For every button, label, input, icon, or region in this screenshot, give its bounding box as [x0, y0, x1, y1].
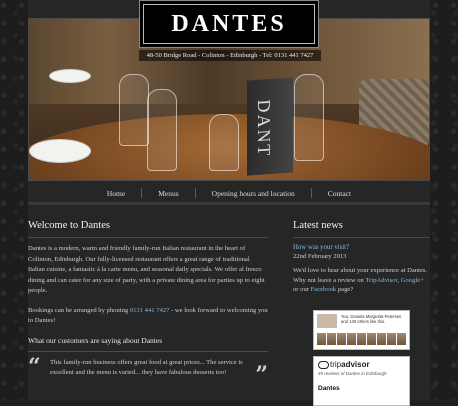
hero-glass-1 [119, 74, 149, 146]
tripadvisor-business-name: Dantes [318, 385, 340, 392]
hero-glass-2 [147, 89, 177, 171]
google-plus-link[interactable]: Google+ [401, 277, 424, 284]
tripadvisor-widget[interactable]: tripadvisor 45 reviews of Dantes in Edin… [313, 356, 410, 406]
tripadvisor-logo-advisor: advisor [341, 360, 370, 369]
avatar [327, 333, 336, 345]
tripadvisor-review-count[interactable]: 45 reviews of Dantes in Edinburgh [318, 371, 387, 376]
hero-menu-card: DANT [247, 77, 293, 176]
tripadvisor-link[interactable]: TripAdvisor [365, 277, 397, 284]
tripadvisor-logo-trip: trip [330, 360, 342, 369]
avatar [377, 333, 386, 345]
avatar [387, 333, 396, 345]
owl-icon [318, 360, 329, 369]
nav-item-contact[interactable]: Contact [312, 189, 367, 198]
tripadvisor-logo: tripadvisor [318, 360, 370, 369]
avatar [367, 333, 376, 345]
facebook-page-thumbnail [317, 314, 337, 328]
nav-item-home[interactable]: Home [91, 189, 141, 198]
header-divider [28, 203, 430, 205]
title-rule [28, 237, 268, 238]
hero-plate-left [29, 139, 91, 163]
news-text: We'd love to hear about your experience … [293, 266, 430, 295]
booking-paragraph: Bookings can be arranged by phoning 0131… [28, 306, 268, 327]
facebook-like-text: You, Daniela Margiotta-Petersen and 140 … [341, 314, 402, 324]
avatar [347, 333, 356, 345]
news-date: 22nd February 2013 [293, 253, 347, 260]
booking-prefix: Bookings can be arranged by phoning [28, 306, 130, 314]
nav-item-opening-hours[interactable]: Opening hours and location [196, 189, 311, 198]
intro-paragraph: Dantes is a modern, warm and friendly fa… [28, 245, 265, 294]
facebook-like-widget[interactable]: You, Daniela Margiotta-Petersen and 140 … [313, 310, 410, 350]
logo-text: DANTES [171, 10, 287, 37]
testimonials-rule [28, 350, 268, 352]
open-quote-icon: “ [28, 353, 41, 380]
address-bar: 48-50 Bridge Road - Colinton - Edinburgh… [139, 50, 321, 61]
welcome-title: Welcome to Dantes [28, 220, 110, 231]
news-rule [293, 237, 430, 238]
news-text-part: page? [336, 286, 354, 293]
facebook-faces [317, 333, 406, 345]
hero-plate-top [49, 69, 91, 83]
close-quote-icon: ” [255, 361, 268, 388]
logo-frame: DANTES [143, 4, 315, 44]
testimonial-quote: “ This family-run business offers great … [28, 354, 268, 388]
testimonials-title: What our customers are saying about Dant… [28, 335, 163, 345]
avatar [317, 333, 326, 345]
facebook-link[interactable]: Facebook [311, 286, 337, 293]
sidebar: Latest news How was your visit? 22nd Feb… [293, 220, 430, 406]
hero-glass-3 [294, 74, 324, 161]
news-item-link[interactable]: How was your visit? [293, 244, 430, 251]
logo[interactable]: DANTES [139, 0, 319, 48]
news-title: Latest news [293, 220, 343, 231]
main-column: Welcome to Dantes Dantes is a modern, wa… [28, 220, 268, 388]
avatar [357, 333, 366, 345]
page-wrapper: DANT DANTES 48-50 Bridge Road - Colinton… [28, 0, 430, 406]
quote-text: This family-run business offers great fo… [50, 358, 243, 377]
hero-glass-4 [209, 114, 239, 171]
nav-item-menus[interactable]: Menus [142, 189, 194, 198]
booking-phone-link[interactable]: 0131 441 7427 [130, 307, 170, 314]
avatar [397, 333, 406, 345]
news-text-part: or our [293, 286, 311, 293]
hero-menu-card-text: DANT [254, 98, 274, 159]
avatar [337, 333, 346, 345]
main-nav: Home Menus Opening hours and location Co… [28, 184, 430, 203]
